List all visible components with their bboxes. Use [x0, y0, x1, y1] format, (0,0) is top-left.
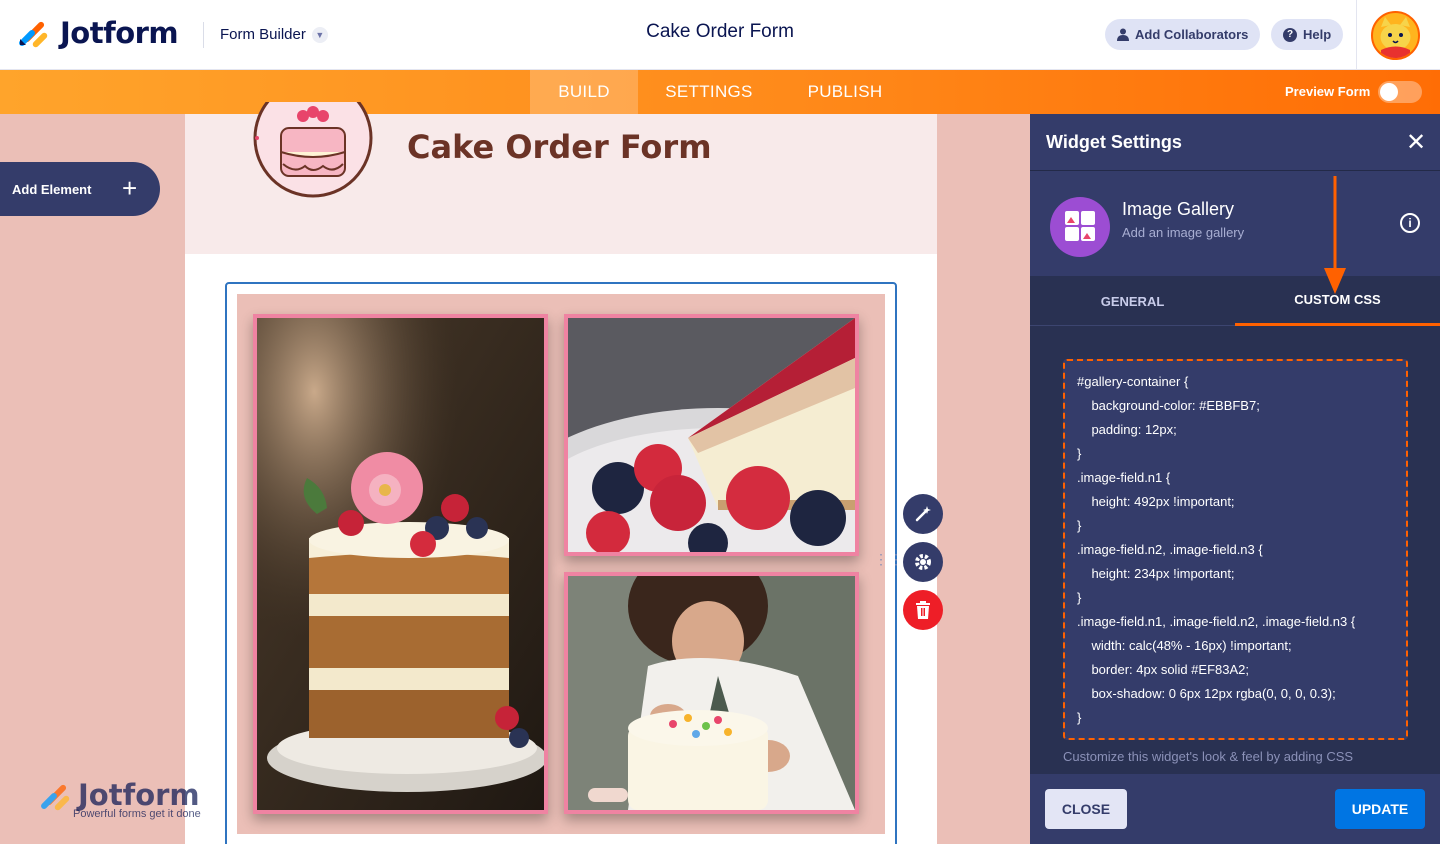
- tab-settings[interactable]: SETTINGS: [650, 70, 768, 114]
- annotation-arrow-icon: [1324, 176, 1346, 294]
- tab-general[interactable]: GENERAL: [1030, 276, 1235, 326]
- user-icon: [1117, 28, 1129, 41]
- form-title[interactable]: Cake Order Form: [407, 128, 712, 166]
- watermark-tagline: Powerful forms get it done: [73, 808, 201, 820]
- add-collaborators-label: Add Collaborators: [1135, 27, 1249, 42]
- widget-info: Image Gallery Add an image gallery i: [1030, 171, 1440, 276]
- panel-footer: CLOSE UPDATE: [1030, 774, 1440, 844]
- layered-cake-image: [257, 318, 544, 810]
- tab-build[interactable]: BUILD: [530, 70, 638, 114]
- jotform-watermark-icon: [41, 784, 70, 811]
- avatar[interactable]: [1371, 11, 1420, 60]
- tab-publish[interactable]: PUBLISH: [796, 70, 894, 114]
- gallery-image-3[interactable]: [564, 572, 859, 814]
- add-collaborators-button[interactable]: Add Collaborators: [1105, 19, 1261, 50]
- widget-name: Image Gallery: [1122, 199, 1235, 219]
- close-icon[interactable]: ✕: [1406, 128, 1426, 157]
- baker-decorating-image: [568, 576, 855, 810]
- drag-handle-icon[interactable]: ⋮⋮: [874, 552, 904, 566]
- panel-tabs: GENERAL CUSTOM CSS: [1030, 276, 1440, 326]
- trash-icon: [916, 601, 930, 619]
- info-icon[interactable]: i: [1400, 213, 1420, 233]
- image-gallery-icon: [1050, 197, 1110, 257]
- image-gallery-widget[interactable]: [237, 294, 885, 834]
- plus-icon: +: [122, 173, 138, 203]
- avatar-cat-icon: [1380, 17, 1411, 58]
- cake-logo-icon: [253, 102, 373, 198]
- panel-header: Widget Settings ✕: [1030, 114, 1440, 171]
- help-label: Help: [1303, 27, 1332, 42]
- update-button[interactable]: UPDATE: [1335, 789, 1425, 829]
- magic-wand-icon: [915, 506, 931, 522]
- widget-description: Add an image gallery: [1122, 225, 1245, 240]
- form-canvas: Cake Order Form: [185, 102, 937, 844]
- close-button[interactable]: CLOSE: [1045, 789, 1127, 829]
- gear-icon: [915, 554, 931, 570]
- cheesecake-image: [568, 318, 855, 552]
- watermark-brand: Jotform: [78, 778, 200, 812]
- form-builder-dropdown[interactable]: Form Builder ▼: [220, 26, 328, 43]
- add-element-label: Add Element: [12, 181, 92, 197]
- help-button[interactable]: ? Help: [1271, 19, 1344, 50]
- wand-icon-button[interactable]: [903, 494, 943, 534]
- form-builder-label: Form Builder: [220, 26, 306, 43]
- gallery-grid-icon: [1065, 211, 1095, 241]
- custom-css-editor[interactable]: #gallery-container { background-color: #…: [1063, 359, 1408, 740]
- gallery-image-2[interactable]: [564, 314, 859, 556]
- builder-nav-bar: BUILD SETTINGS PUBLISH Preview Form: [0, 70, 1440, 114]
- preview-form-label: Preview Form: [1285, 84, 1371, 99]
- jotform-logo[interactable]: Jotform: [18, 16, 179, 50]
- gallery-image-1[interactable]: [253, 314, 548, 814]
- header-divider-right: [1356, 0, 1357, 70]
- form-header[interactable]: Cake Order Form: [185, 102, 937, 254]
- brand-name: Jotform: [60, 16, 179, 50]
- preview-form-toggle[interactable]: [1378, 81, 1422, 103]
- jotform-logo-icon: [19, 21, 48, 48]
- help-icon: ?: [1283, 27, 1297, 42]
- toggle-knob: [1380, 83, 1398, 101]
- custom-css-hint: Customize this widget's look & feel by a…: [1063, 749, 1354, 764]
- delete-widget-button[interactable]: [903, 590, 943, 630]
- add-element-button[interactable]: Add Element +: [0, 162, 160, 216]
- widget-settings-button[interactable]: [903, 542, 943, 582]
- header-divider: [203, 22, 204, 48]
- chevron-down-icon: ▼: [311, 26, 328, 43]
- panel-title: Widget Settings: [1046, 132, 1182, 152]
- widget-settings-panel: Widget Settings ✕ Image Gallery Add an i…: [1030, 114, 1440, 844]
- top-header: Jotform Form Builder ▼ Cake Order Form A…: [0, 0, 1440, 70]
